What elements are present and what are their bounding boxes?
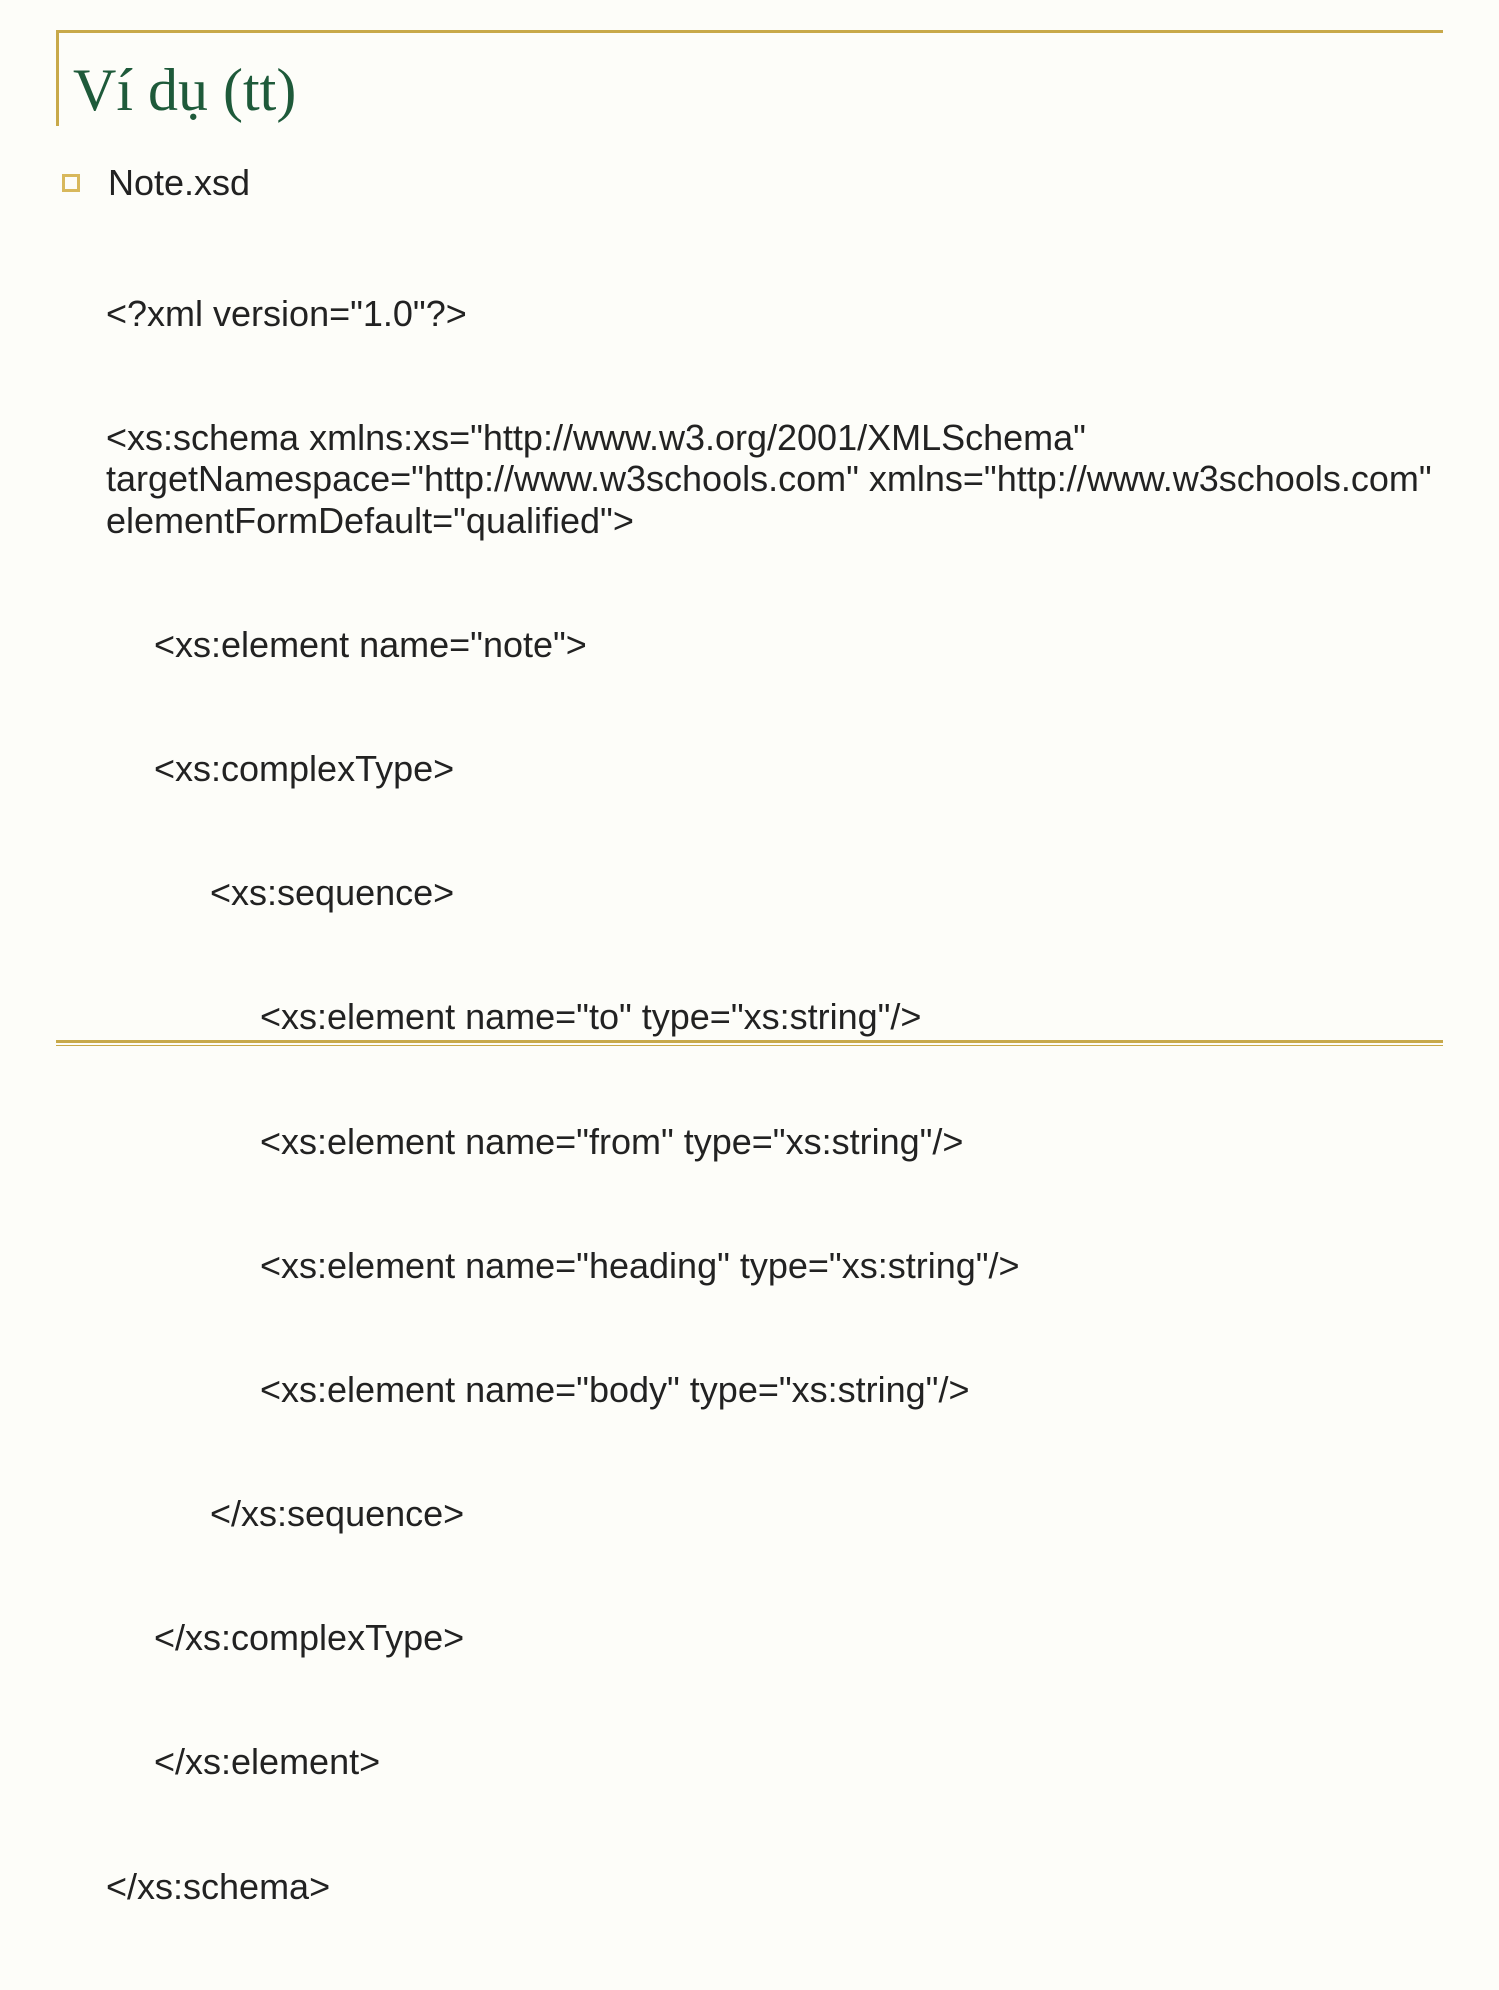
code-line: </xs:sequence>	[106, 1493, 1443, 1534]
square-bullet-icon	[62, 174, 80, 192]
code-line: <xs:element name="body" type="xs:string"…	[106, 1369, 1443, 1410]
bullet-label: Note.xsd	[108, 162, 250, 204]
code-line: </xs:element>	[106, 1741, 1443, 1782]
code-line: <xs:element name="heading" type="xs:stri…	[106, 1245, 1443, 1286]
code-line: <xs:complexType>	[106, 748, 1443, 789]
code-line: <?xml version="1.0"?>	[106, 293, 1443, 334]
code-line: <xs:element name="from" type="xs:string"…	[106, 1121, 1443, 1162]
slide-content: Note.xsd <?xml version="1.0"?> <xs:schem…	[56, 162, 1443, 1990]
code-block: <?xml version="1.0"?> <xs:schema xmlns:x…	[62, 210, 1443, 1990]
code-line: </xs:complexType>	[106, 1617, 1443, 1658]
bullet-item: Note.xsd	[62, 162, 1443, 204]
slide-title: Ví dụ (tt)	[73, 60, 296, 126]
title-border: Ví dụ (tt)	[56, 30, 1443, 126]
code-line: </xs:schema>	[106, 1866, 1443, 1907]
code-line: <xs:element name="to" type="xs:string"/>	[106, 996, 1443, 1037]
code-line: <xs:schema xmlns:xs="http://www.w3.org/2…	[106, 417, 1443, 541]
code-line: <xs:element name="note">	[106, 624, 1443, 665]
footer-rule	[56, 1040, 1443, 1046]
slide-container: Ví dụ (tt) Note.xsd <?xml version="1.0"?…	[56, 30, 1443, 1024]
code-line: <xs:sequence>	[106, 872, 1443, 913]
